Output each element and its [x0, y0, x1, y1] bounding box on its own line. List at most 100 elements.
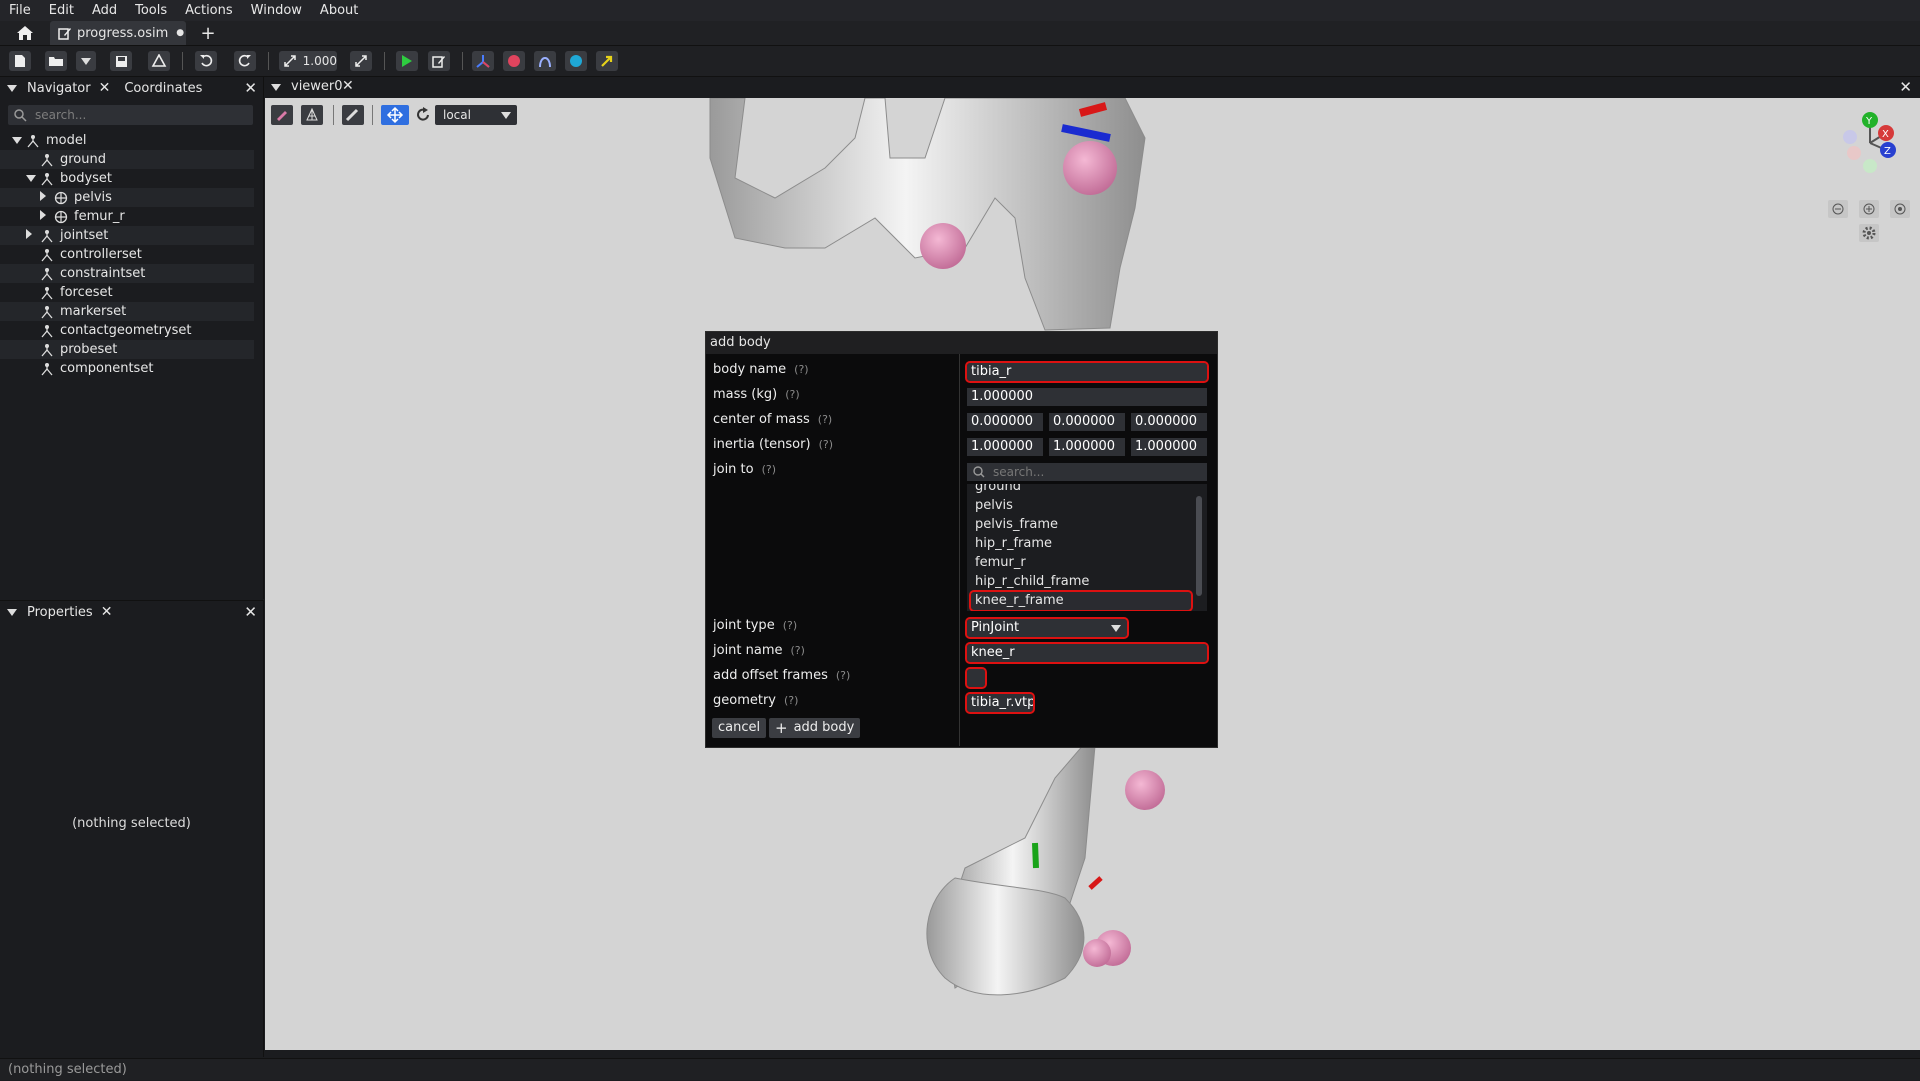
com-x-input[interactable]: 0.000000: [967, 413, 1043, 431]
cancel-button[interactable]: cancel: [712, 718, 767, 738]
save-button[interactable]: [110, 51, 132, 71]
add-body-button[interactable]: + add body: [769, 718, 861, 738]
join-to-option[interactable]: femur_r: [971, 554, 1191, 572]
autofocus-button[interactable]: [1890, 200, 1910, 218]
menu-tools[interactable]: Tools: [126, 0, 176, 21]
menu-edit[interactable]: Edit: [40, 0, 83, 21]
viewer-settings-button[interactable]: [1859, 224, 1879, 242]
join-to-list[interactable]: ground pelvis pelvis_frame hip_r_frame femur…: [967, 484, 1207, 611]
help-icon[interactable]: (?): [762, 463, 776, 476]
inertia-zz-input[interactable]: 1.000000: [1131, 438, 1207, 456]
join-to-option[interactable]: pelvis: [971, 497, 1191, 515]
edit-sim-button[interactable]: [428, 51, 450, 71]
orientation-gizmo[interactable]: Y X Z: [1830, 108, 1910, 178]
open-recent-dropdown[interactable]: [76, 51, 96, 71]
close-panel-icon[interactable]: ✕: [244, 79, 257, 97]
geometry-button[interactable]: tibia_r.vtp: [965, 692, 1035, 714]
joint-name-input[interactable]: knee_r: [965, 642, 1209, 664]
menu-window[interactable]: Window: [242, 0, 311, 21]
tree-item-femur-r[interactable]: femur_r: [0, 207, 254, 226]
help-icon[interactable]: (?): [794, 363, 808, 376]
expand-right-icon[interactable]: [26, 229, 32, 239]
com-y-input[interactable]: 0.000000: [1049, 413, 1125, 431]
zoom-out-button[interactable]: [1828, 200, 1848, 218]
join-to-search-input[interactable]: search...: [967, 463, 1207, 481]
close-viewer-tab-icon[interactable]: ✕: [342, 78, 354, 94]
join-to-option[interactable]: pelvis_frame: [971, 516, 1191, 534]
help-icon[interactable]: (?): [836, 669, 850, 682]
new-file-button[interactable]: [9, 51, 31, 71]
tree-item-controllerset[interactable]: controllerset: [0, 245, 254, 264]
help-icon[interactable]: (?): [785, 388, 799, 401]
scale-control[interactable]: 1.000: [279, 51, 337, 71]
scrollbar-thumb[interactable]: [1196, 496, 1202, 596]
tree-item-constraintset[interactable]: constraintset: [0, 264, 254, 283]
joint-type-dropdown[interactable]: PinJoint: [965, 617, 1129, 639]
simulate-button[interactable]: [396, 51, 418, 71]
collapse-icon[interactable]: [7, 608, 17, 616]
tree-item-contactgeometryset[interactable]: contactgeometryset: [0, 321, 254, 340]
open-file-button[interactable]: [45, 51, 67, 71]
scene-grid-button[interactable]: [301, 105, 323, 125]
com-z-input[interactable]: 0.000000: [1131, 413, 1207, 431]
help-icon[interactable]: (?): [784, 694, 798, 707]
close-navigator-icon[interactable]: ✕: [99, 80, 111, 96]
redo-button[interactable]: [234, 51, 256, 71]
add-offset-frames-checkbox[interactable]: [965, 667, 987, 689]
navigator-search-input[interactable]: search...: [8, 105, 253, 125]
autoscale-button[interactable]: [350, 51, 372, 71]
add-frame-button[interactable]: [472, 51, 494, 71]
add-marker-button[interactable]: [503, 51, 525, 71]
tree-item-pelvis[interactable]: pelvis: [0, 188, 254, 207]
menu-file[interactable]: File: [0, 0, 40, 21]
tree-item-jointset[interactable]: jointset: [0, 226, 254, 245]
tree-item-probeset[interactable]: probeset: [0, 340, 254, 359]
help-icon[interactable]: (?): [791, 644, 805, 657]
close-panel-icon[interactable]: ✕: [1899, 78, 1912, 96]
draw-mode-button[interactable]: [271, 105, 293, 125]
collapse-icon[interactable]: [7, 84, 17, 92]
ruler-button[interactable]: [342, 105, 364, 125]
close-properties-tab-icon[interactable]: ✕: [101, 604, 113, 620]
join-to-option[interactable]: hip_r_child_frame: [971, 573, 1191, 591]
mass-input[interactable]: 1.000000: [967, 388, 1207, 406]
expand-down-icon[interactable]: [12, 137, 22, 144]
home-tab-button[interactable]: [8, 23, 42, 43]
menu-actions[interactable]: Actions: [176, 0, 242, 21]
inertia-xx-input[interactable]: 1.000000: [967, 438, 1043, 456]
collapse-icon[interactable]: [271, 84, 281, 91]
inertia-yy-input[interactable]: 1.000000: [1049, 438, 1125, 456]
join-to-option[interactable]: ground: [971, 484, 1191, 496]
zoom-in-button[interactable]: [1859, 200, 1879, 218]
help-icon[interactable]: (?): [783, 619, 797, 632]
help-icon[interactable]: (?): [819, 438, 833, 451]
tab-navigator[interactable]: Navigator: [27, 81, 91, 96]
expand-right-icon[interactable]: [40, 210, 46, 220]
translate-manipulator-button[interactable]: [381, 105, 409, 125]
undo-button[interactable]: [195, 51, 217, 71]
menu-about[interactable]: About: [311, 0, 367, 21]
expand-down-icon[interactable]: [26, 175, 36, 182]
body-name-input[interactable]: tibia_r: [965, 361, 1209, 383]
menu-add[interactable]: Add: [83, 0, 126, 21]
help-icon[interactable]: (?): [818, 413, 832, 426]
new-tab-button[interactable]: +: [196, 21, 220, 45]
frame-mode-dropdown[interactable]: local: [435, 105, 517, 125]
rotate-manipulator-button[interactable]: [413, 105, 433, 125]
tab-progress-osim[interactable]: progress.osim ●: [50, 21, 186, 45]
tree-item-forceset[interactable]: forceset: [0, 283, 254, 302]
join-to-option[interactable]: knee_r_frame: [969, 590, 1193, 611]
tab-viewer0[interactable]: viewer0: [291, 79, 343, 94]
add-geometry-button[interactable]: [565, 51, 587, 71]
tab-properties[interactable]: Properties: [27, 605, 93, 620]
tree-item-model[interactable]: model: [0, 131, 254, 150]
tree-item-componentset[interactable]: componentset: [0, 359, 254, 378]
expand-right-icon[interactable]: [40, 191, 46, 201]
tab-coordinates[interactable]: Coordinates: [124, 81, 202, 96]
add-force-button[interactable]: [596, 51, 618, 71]
tree-item-bodyset[interactable]: bodyset: [0, 169, 254, 188]
close-panel-icon[interactable]: ✕: [244, 603, 257, 621]
tree-item-markerset[interactable]: markerset: [0, 302, 254, 321]
reload-button[interactable]: [148, 51, 170, 71]
add-muscle-button[interactable]: [534, 51, 556, 71]
